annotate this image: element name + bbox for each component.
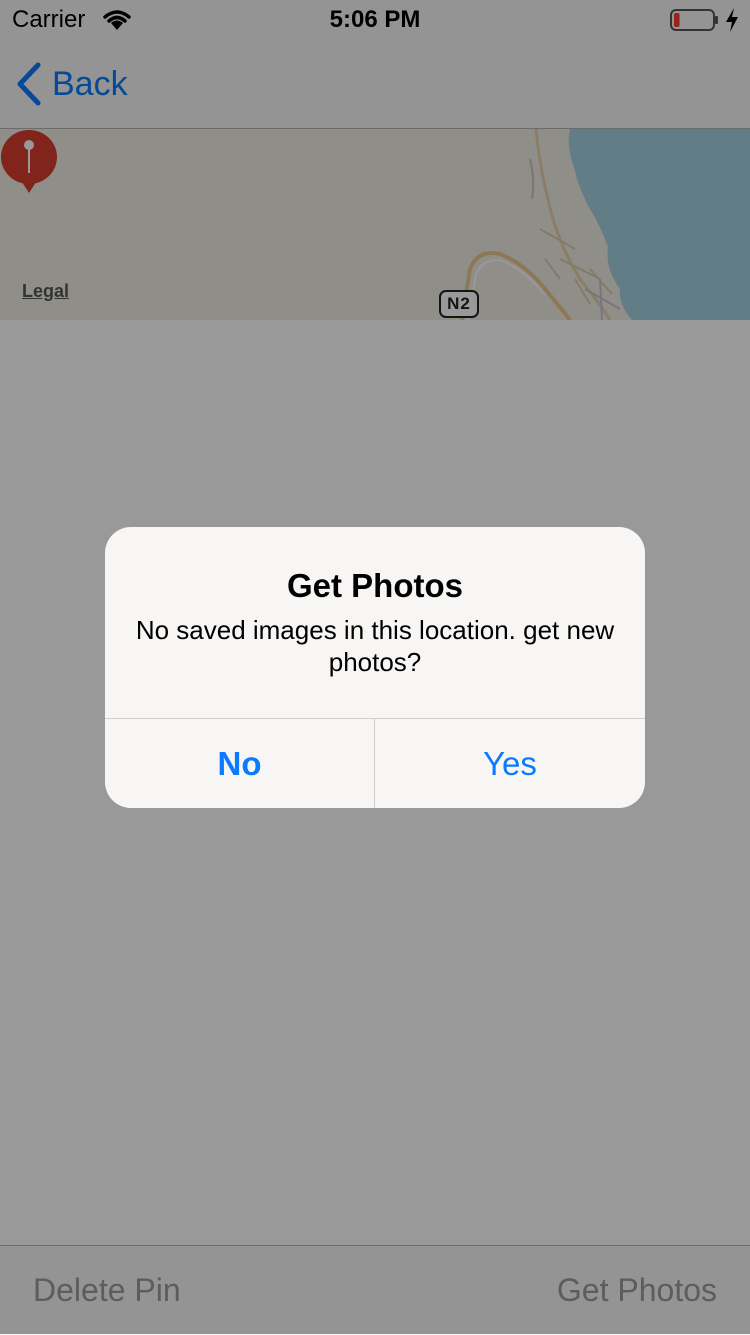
alert-yes-button[interactable]: Yes bbox=[375, 719, 645, 808]
alert-no-button[interactable]: No bbox=[105, 719, 374, 808]
alert-dialog: Get Photos No saved images in this locat… bbox=[105, 527, 645, 808]
alert-message: No saved images in this location. get ne… bbox=[135, 615, 615, 677]
alert-title: Get Photos bbox=[286, 567, 463, 604]
